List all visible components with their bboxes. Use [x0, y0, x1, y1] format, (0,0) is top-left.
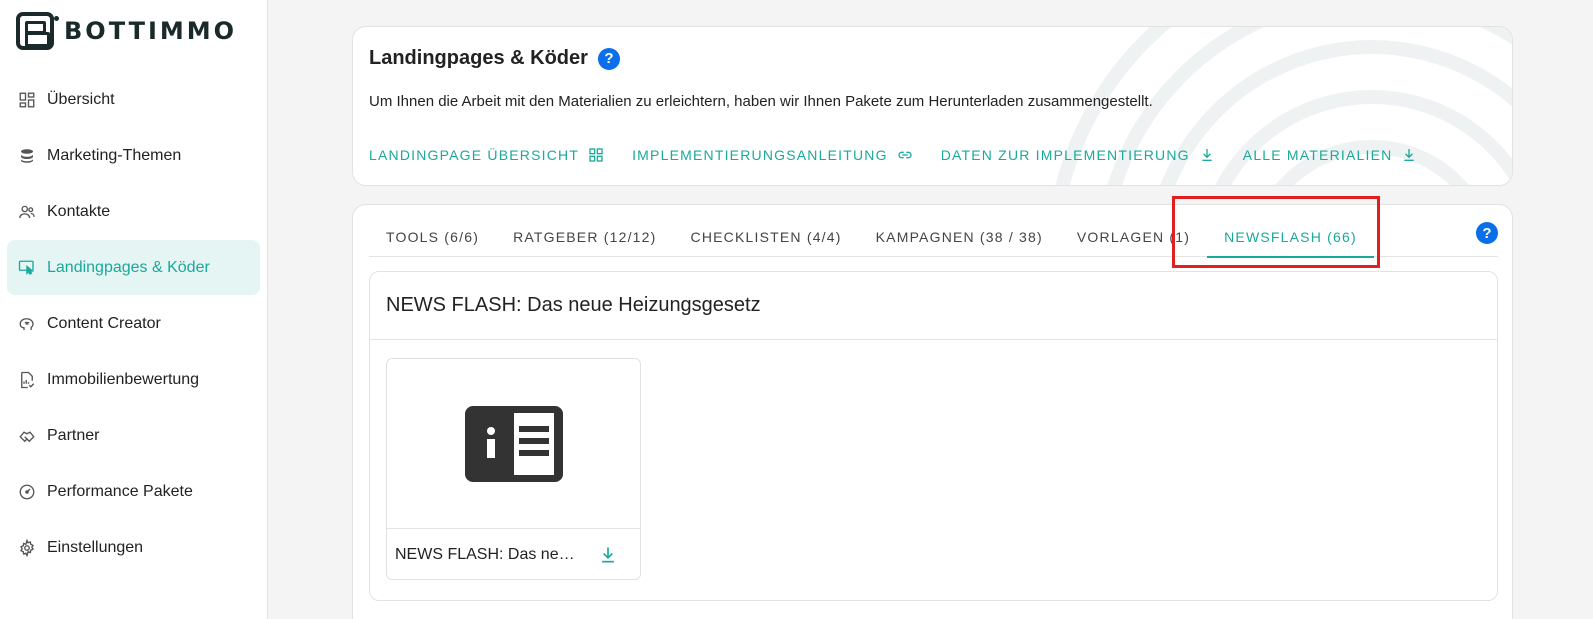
- newsflash-section: NEWS FLASH: Das neue Heizungsgesetz NEWS…: [369, 271, 1498, 601]
- material-footer: NEWS FLASH: Das neue Heizungsgesetz: [387, 529, 640, 581]
- tabs-help-icon[interactable]: ?: [1476, 222, 1498, 244]
- sidebar-item-partner[interactable]: Partner: [7, 408, 260, 463]
- all-materials-link[interactable]: ALLE MATERIALIEN: [1243, 147, 1418, 163]
- sidebar-item-immobilienbewertung[interactable]: Immobilienbewertung: [7, 352, 260, 407]
- newspaper-info-icon: [464, 405, 563, 482]
- brand-logo[interactable]: BOTTIMMO: [16, 12, 237, 50]
- tab-tools[interactable]: TOOLS (6/6): [369, 217, 496, 257]
- sidebar-nav: Übersicht Marketing-Themen Kontakte Land…: [7, 72, 260, 576]
- brain-icon: [18, 315, 36, 333]
- link-label: ALLE MATERIALIEN: [1242, 147, 1393, 163]
- speedometer-icon: [18, 483, 36, 501]
- implementation-guide-link[interactable]: IMPLEMENTIERUNGSANLEITUNG: [632, 147, 913, 163]
- sidebar-item-label: Partner: [47, 426, 100, 444]
- sidebar-item-label: Landingpages & Köder: [47, 258, 210, 276]
- sidebar-item-label: Übersicht: [47, 90, 115, 108]
- page-title: Landingpages & Köder ?: [369, 47, 620, 70]
- gear-icon: [18, 538, 36, 557]
- material-download-button[interactable]: [596, 543, 620, 567]
- people-icon: [18, 203, 36, 221]
- download-icon: [1404, 149, 1415, 161]
- material-thumbnail: [387, 359, 640, 529]
- sidebar-item-uebersicht[interactable]: Übersicht: [7, 72, 260, 127]
- sidebar-item-einstellungen[interactable]: Einstellungen: [7, 520, 260, 575]
- link-icon: [898, 151, 912, 159]
- sidebar-item-label: Kontakte: [47, 202, 111, 220]
- layers-icon: [18, 147, 36, 165]
- grid-icon: [589, 148, 603, 162]
- dashboard-icon: [18, 91, 36, 109]
- handshake-icon: [18, 427, 36, 445]
- page-description: Um Ihnen die Arbeit mit den Materialien …: [369, 93, 1153, 110]
- link-label: DATEN ZUR IMPLEMENTIERUNG: [940, 147, 1190, 163]
- material-name: NEWS FLASH: Das neue Heizungsgesetz: [395, 546, 575, 563]
- sidebar-item-landingpages[interactable]: Landingpages & Köder: [7, 240, 260, 295]
- tab-kampagnen[interactable]: KAMPAGNEN (38 / 38): [859, 217, 1060, 257]
- help-icon[interactable]: ?: [597, 47, 620, 70]
- logo-mark-icon: [16, 12, 59, 50]
- sidebar-item-marketing-themen[interactable]: Marketing-Themen: [7, 128, 260, 183]
- section-title: NEWS FLASH: Das neue Heizungsgesetz: [370, 272, 1497, 340]
- sidebar: BOTTIMMO Übersicht Marketing-Themen Kont…: [0, 0, 268, 619]
- sidebar-item-label: Immobilienbewertung: [47, 370, 200, 388]
- sidebar-item-performance-pakete[interactable]: Performance Pakete: [7, 464, 260, 519]
- link-label: IMPLEMENTIERUNGSANLEITUNG: [632, 147, 888, 163]
- brand-name: BOTTIMMO: [64, 17, 238, 45]
- landingpage-overview-link[interactable]: LANDINGPAGE ÜBERSICHT: [369, 147, 604, 163]
- tab-ratgeber[interactable]: RATGEBER (12/12): [496, 217, 673, 257]
- implementation-data-link[interactable]: DATEN ZUR IMPLEMENTIERUNG: [941, 147, 1215, 163]
- link-label: LANDINGPAGE ÜBERSICHT: [369, 147, 580, 163]
- sidebar-item-label: Marketing-Themen: [47, 146, 182, 164]
- sidebar-item-kontakte[interactable]: Kontakte: [7, 184, 260, 239]
- touch-screen-icon: [18, 259, 36, 277]
- tab-bar: TOOLS (6/6) RATGEBER (12/12) CHECKLISTEN…: [369, 217, 1498, 258]
- sidebar-item-label: Content Creator: [47, 314, 161, 332]
- sidebar-item-content-creator[interactable]: Content Creator: [7, 296, 260, 351]
- tab-checklisten[interactable]: CHECKLISTEN (4/4): [674, 217, 859, 257]
- download-icon: [602, 547, 614, 563]
- sidebar-item-label: Performance Pakete: [47, 482, 193, 500]
- tab-newsflash[interactable]: NEWSFLASH (66): [1207, 217, 1374, 258]
- material-card[interactable]: NEWS FLASH: Das neue Heizungsgesetz: [386, 358, 641, 580]
- page-title-text: Landingpages & Köder: [369, 47, 588, 69]
- document-chart-icon: [18, 371, 36, 389]
- download-icon: [1202, 149, 1212, 161]
- header-card: Landingpages & Köder ? Um Ihnen die Arbe…: [352, 26, 1513, 186]
- materials-card: TOOLS (6/6) RATGEBER (12/12) CHECKLISTEN…: [352, 204, 1513, 619]
- header-links: LANDINGPAGE ÜBERSICHT IMPLEMENTIERUNGSAN…: [369, 147, 1445, 163]
- sidebar-item-label: Einstellungen: [47, 538, 144, 556]
- tab-vorlagen[interactable]: VORLAGEN (1): [1060, 217, 1207, 257]
